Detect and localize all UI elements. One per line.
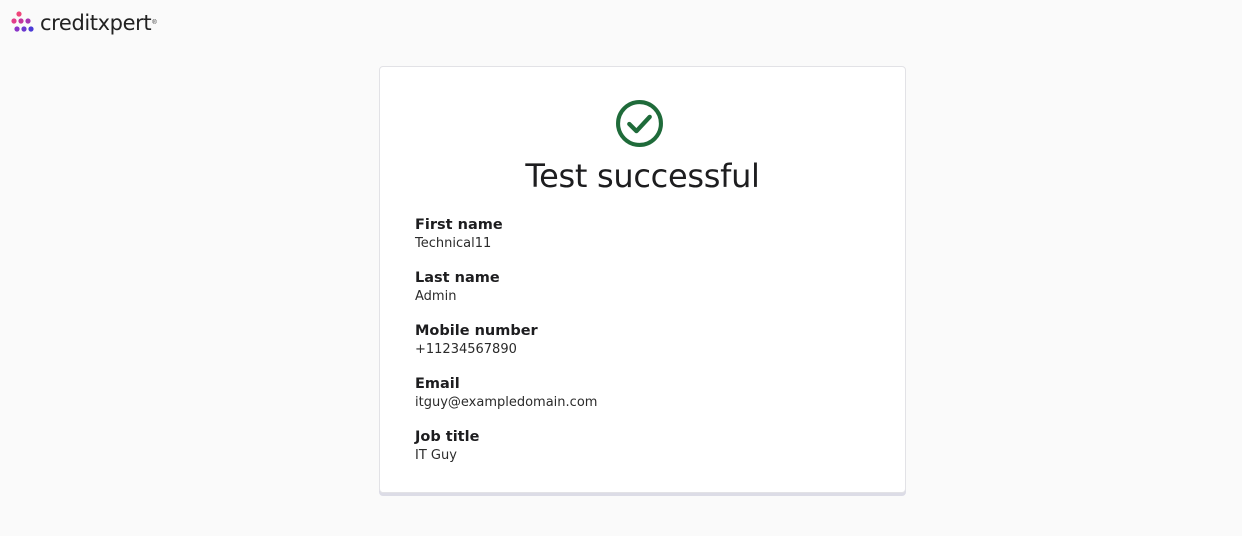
result-card: Test successful First name Technical11 L… [379,66,906,493]
field-value: itguy@exampledomain.com [415,395,598,410]
field-label: Job title [415,429,480,445]
user-details: First name Technical11 Last name Admin M… [415,216,597,481]
field-mobile-number: Mobile number +11234567890 [415,322,597,375]
brand-trademark: ® [152,20,157,26]
field-first-name: First name Technical11 [415,216,597,269]
field-last-name: Last name Admin [415,269,597,322]
field-label: Email [415,376,460,392]
field-label: First name [415,217,503,233]
field-job-title: Job title IT Guy [415,428,597,481]
field-value: +11234567890 [415,342,517,357]
field-value: IT Guy [415,448,457,463]
brand-logo[interactable]: creditxpert ® [10,8,157,38]
page-title: Test successful [525,157,760,195]
check-circle-icon [616,100,663,147]
brand-name: creditxpert [40,10,152,35]
logo-mark-icon [11,11,34,32]
field-email: Email itguy@exampledomain.com [415,375,597,428]
field-label: Last name [415,270,500,286]
field-label: Mobile number [415,323,538,339]
field-value: Admin [415,289,457,304]
field-value: Technical11 [415,236,492,251]
